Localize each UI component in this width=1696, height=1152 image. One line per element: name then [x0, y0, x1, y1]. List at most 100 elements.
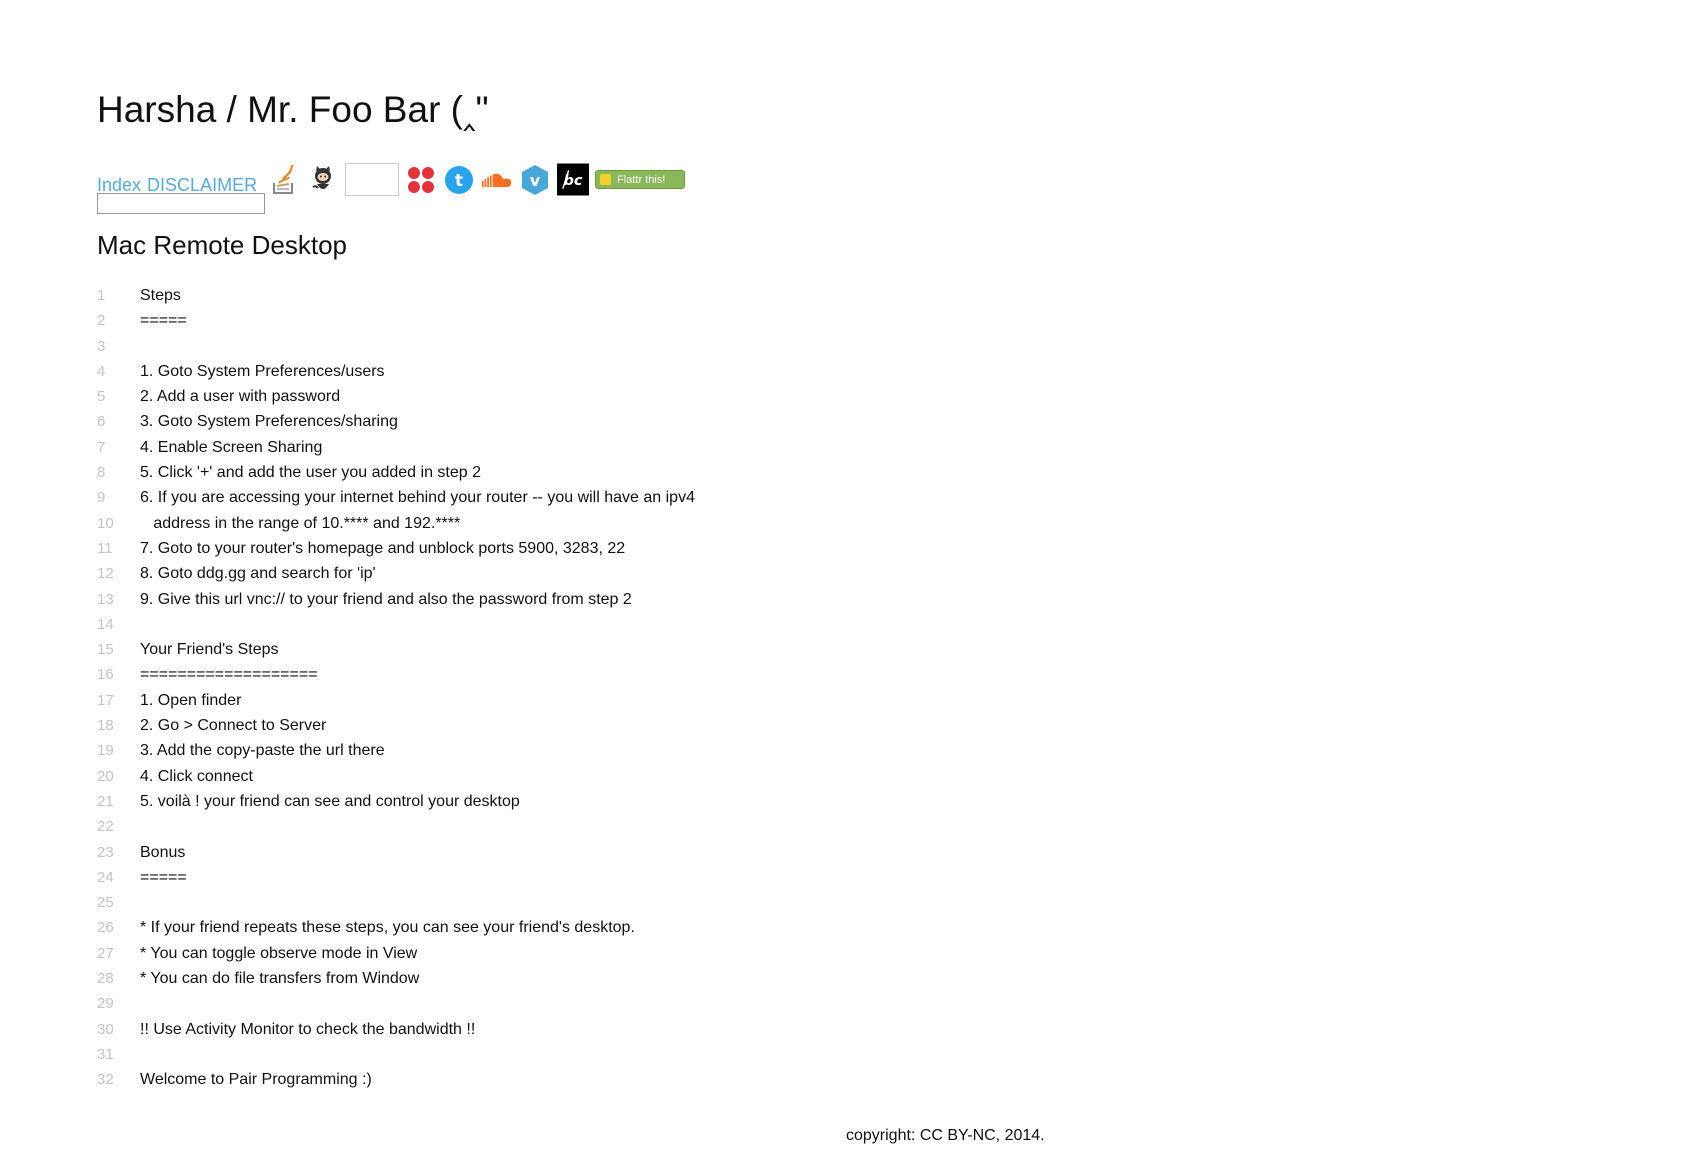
line-text: 4. Enable Screen Sharing: [140, 438, 323, 456]
line-number: 3: [97, 337, 106, 355]
line-number: 24: [97, 868, 114, 886]
nav-bar: Index DISCLAIMER t v bc Flattr this!: [97, 154, 686, 196]
line-number: 25: [97, 894, 114, 912]
line-text: !! Use Activity Monitor to check the ban…: [140, 1020, 476, 1038]
line-number: 8: [97, 464, 106, 482]
line-text: =====: [140, 868, 187, 886]
line-number: 15: [97, 641, 114, 659]
code-line: 28 * You can do file transfers from Windo…: [97, 966, 695, 991]
line-text: 1. Goto System Preferences/users: [140, 362, 385, 380]
line-text: * You can do file transfers from Window: [140, 970, 420, 988]
code-line: 32 Welcome to Pair Programming :): [97, 1067, 695, 1092]
line-number: 31: [97, 1045, 114, 1063]
line-number: 13: [97, 590, 114, 608]
line-number: 2: [97, 312, 106, 330]
line-number: 7: [97, 438, 106, 456]
code-line: 26 * If your friend repeats these steps, …: [97, 915, 695, 940]
code-line: 30 !! Use Activity Monitor to check the b…: [97, 1017, 695, 1042]
code-line: 9 6. If you are accessing your internet b…: [97, 485, 695, 510]
line-text: address in the range of 10.**** and 192.…: [140, 514, 461, 532]
line-number: 6: [97, 413, 106, 431]
line-number: 32: [97, 1071, 114, 1089]
flattr-button[interactable]: Flattr this!: [595, 170, 686, 189]
line-number: 30: [97, 1020, 114, 1038]
code-line: 23 Bonus: [97, 840, 695, 865]
code-line: 24 =====: [97, 865, 695, 890]
line-number: 28: [97, 970, 114, 988]
line-text: Steps: [140, 287, 181, 304]
line-text: 5. Click '+' and add the user you added …: [140, 464, 481, 482]
code-line: 31: [97, 1042, 695, 1067]
twitter-icon[interactable]: t: [443, 164, 475, 196]
github-icon[interactable]: [307, 164, 339, 196]
line-number: 10: [97, 514, 114, 532]
code-line: 6 3. Goto System Preferences/sharing: [97, 409, 695, 434]
flattr-label: Flattr this!: [617, 173, 666, 186]
code-line: 5 2. Add a user with password: [97, 384, 695, 409]
line-text: * If your friend repeats these steps, yo…: [140, 919, 635, 937]
dots-icon[interactable]: [405, 164, 437, 196]
code-line: 3: [97, 334, 695, 359]
post-title: Mac Remote Desktop: [97, 230, 347, 260]
line-text: Your Friend's Steps: [140, 641, 279, 659]
blank-icon[interactable]: [345, 163, 400, 196]
code-line: 17 1. Open finder: [97, 688, 695, 713]
line-text: * You can toggle observe mode in View: [140, 944, 418, 962]
line-text: 3. Goto System Preferences/sharing: [140, 413, 398, 431]
line-text: 6. If you are accessing your internet be…: [140, 489, 695, 507]
line-text: 3. Add the copy-paste the url there: [140, 742, 385, 760]
line-number: 23: [97, 843, 114, 861]
svg-text:t: t: [455, 171, 463, 191]
line-number: 5: [97, 388, 106, 406]
line-number: 26: [97, 919, 114, 937]
code-block: 1 Steps 2 ===== 3 4 1. Goto System Preferences…: [97, 283, 695, 1093]
line-text: 7. Goto to your router's homepage and un…: [140, 539, 626, 557]
code-line: 21 5. voilà ! your friend can see and con…: [97, 789, 695, 814]
line-number: 20: [97, 767, 114, 785]
code-line: 11 7. Goto to your router's homepage and …: [97, 536, 695, 561]
vimeo-icon[interactable]: v: [519, 164, 551, 196]
line-number: 27: [97, 944, 114, 962]
flattr-logo-icon: [600, 174, 612, 185]
code-line: 7 4. Enable Screen Sharing: [97, 435, 695, 460]
line-number: 1: [97, 287, 106, 304]
stackoverflow-icon[interactable]: [269, 164, 301, 196]
copyright-footer: copyright: CC BY-NC, 2014.: [846, 1127, 1045, 1144]
line-number: 29: [97, 995, 114, 1013]
line-number: 18: [97, 717, 114, 735]
soundcloud-icon[interactable]: [481, 164, 513, 196]
code-line: 2 =====: [97, 308, 695, 333]
code-line: 13 9. Give this url vnc:// to your friend…: [97, 587, 695, 612]
line-number: 17: [97, 691, 114, 709]
code-line: 16 ===================: [97, 662, 695, 687]
line-text: 4. Click connect: [140, 767, 253, 785]
bandcamp-icon[interactable]: bc: [557, 163, 590, 196]
line-text: Bonus: [140, 843, 186, 861]
code-line: 14: [97, 612, 695, 637]
line-text: 2. Add a user with password: [140, 388, 341, 406]
line-number: 16: [97, 666, 114, 684]
code-line: 18 2. Go > Connect to Server: [97, 713, 695, 738]
code-line: 4 1. Goto System Preferences/users: [97, 359, 695, 384]
code-line: 12 8. Goto ddg.gg and search for 'ip': [97, 561, 695, 586]
line-text: 5. voilà ! your friend can see and contr…: [140, 792, 520, 810]
code-line: 19 3. Add the copy-paste the url there: [97, 738, 695, 763]
social-icons: t v bc Flattr this!: [269, 163, 686, 196]
line-text: ===================: [140, 666, 318, 684]
line-text: =====: [140, 312, 187, 330]
svg-text:v: v: [530, 171, 541, 190]
line-text: 2. Go > Connect to Server: [140, 717, 327, 735]
line-number: 9: [97, 489, 106, 507]
code-line: 15 Your Friend's Steps: [97, 637, 695, 662]
line-number: 12: [97, 565, 114, 583]
line-number: 11: [97, 539, 113, 557]
line-text: Welcome to Pair Programming :): [140, 1071, 372, 1089]
code-line: 25: [97, 890, 695, 915]
line-number: 4: [97, 362, 106, 380]
line-number: 19: [97, 742, 114, 760]
code-line: 29: [97, 991, 695, 1016]
site-title: Harsha / Mr. Foo Bar (‸": [97, 89, 489, 130]
search-input[interactable]: [97, 193, 265, 214]
code-line: 10 address in the range of 10.**** and 1…: [97, 511, 695, 536]
line-number: 22: [97, 818, 114, 836]
